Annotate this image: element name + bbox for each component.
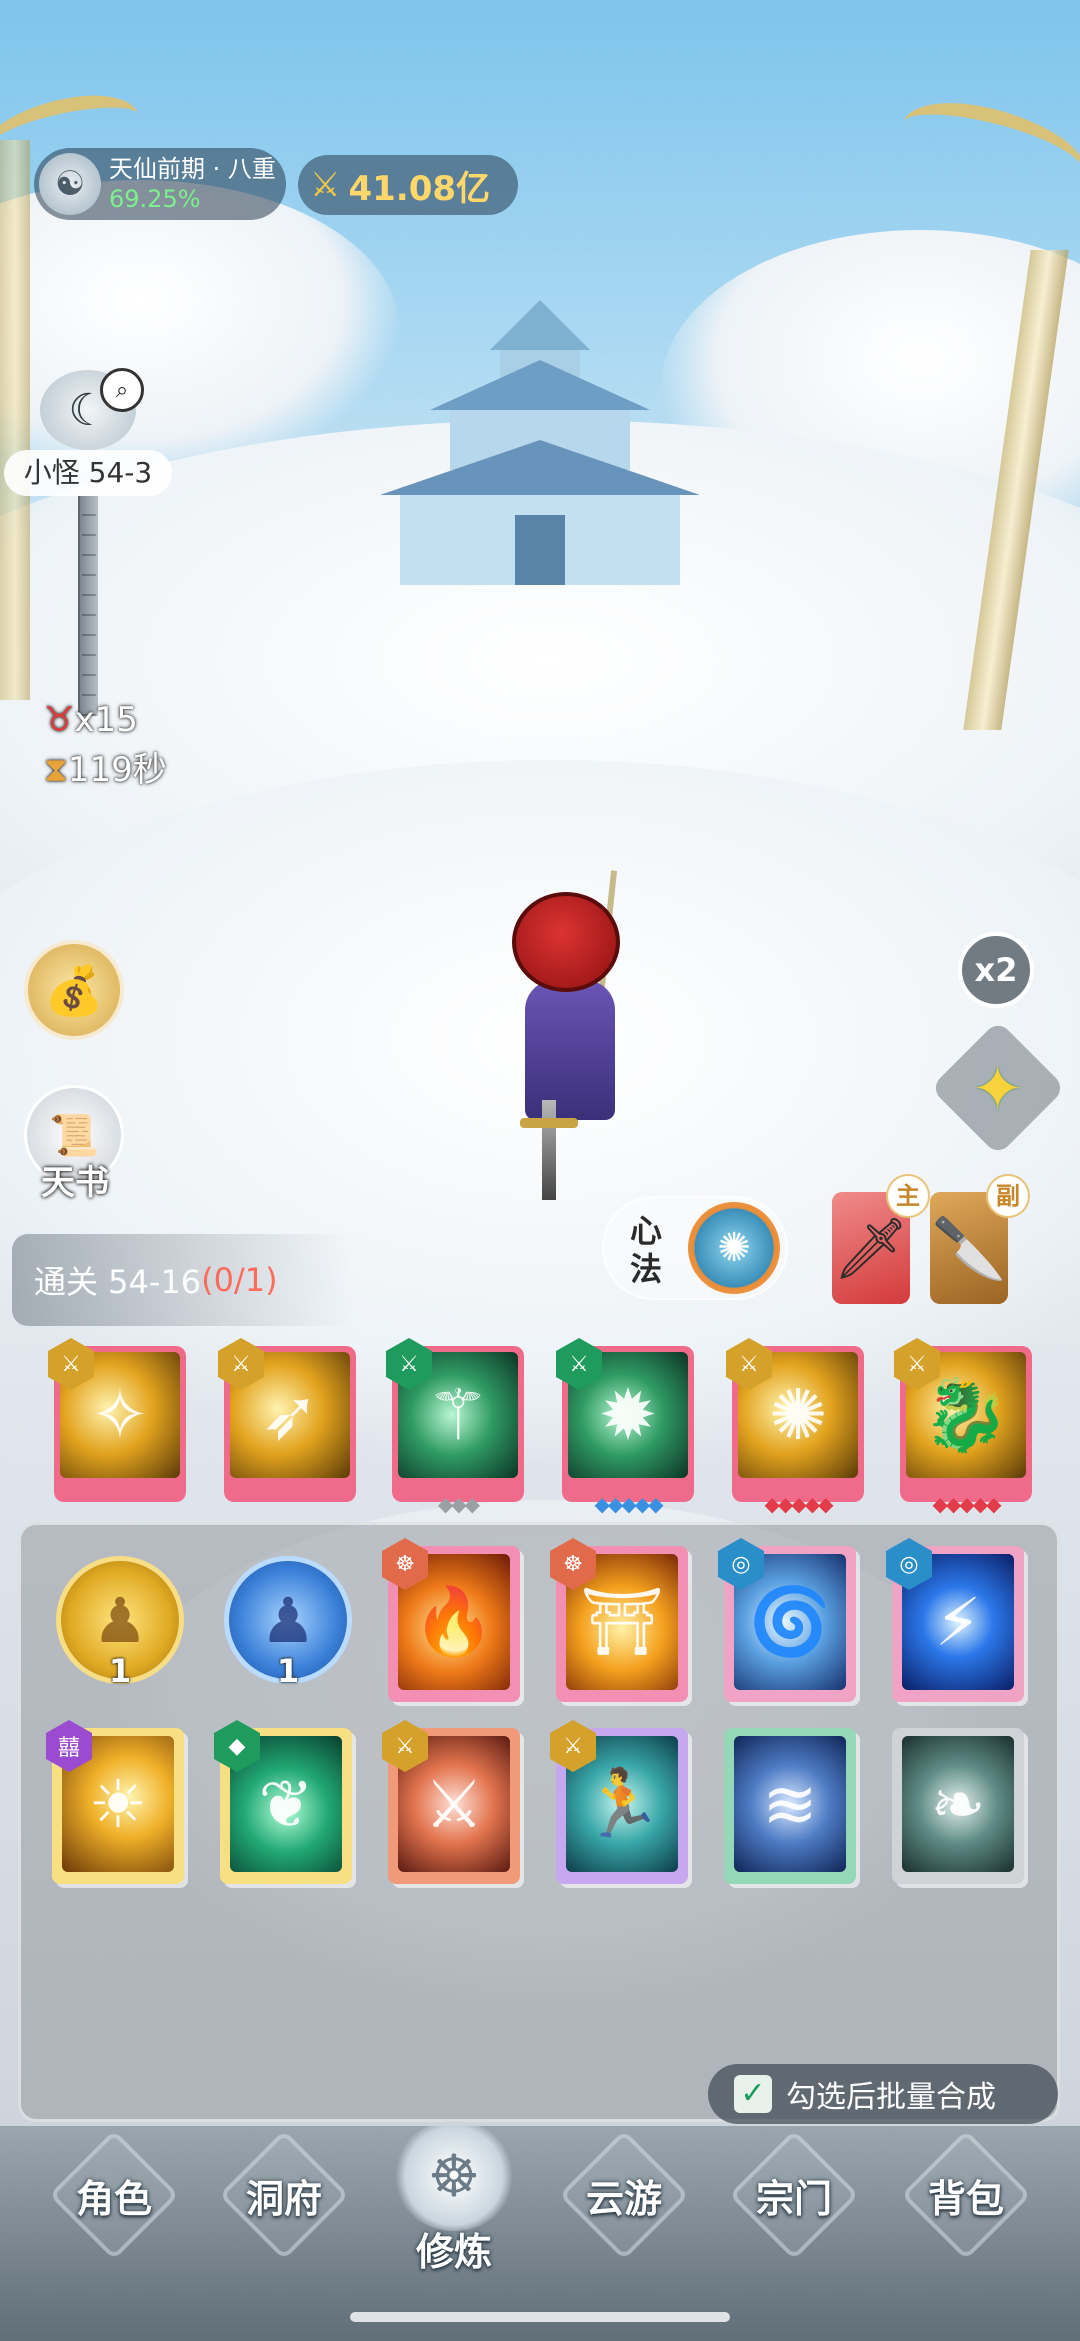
skill-card-sunburst[interactable]: ☀ 囍 [46,1720,184,1884]
demon-head-icon: ♉ [44,700,75,740]
skill-card-whirlwind[interactable]: 🌀 ◎ [718,1538,856,1702]
skill-card-thunder[interactable]: ⚡ ◎ [886,1538,1024,1702]
equipped-skill-slot-5[interactable]: ✺ ⚔ ◆◆◆◆◆ [726,1338,864,1516]
batch-merge-label: 勾选后批量合成 [786,2080,996,2115]
equipped-skill-slot-1[interactable]: ✧ ⚔ [48,1338,186,1502]
xinfa-label: 心法 [629,1212,662,1288]
skill-stars: ◆◆◆◆◆ [764,1492,834,1516]
stage-timer: ⧗119秒 [44,742,167,791]
speed-toggle-button[interactable]: x2 [958,932,1034,1008]
nav-tab-label: 背包 [927,2176,1004,2221]
heavenly-book-label: 天书 [41,1163,109,1203]
skill-card-claw[interactable]: ≋ [724,1728,856,1884]
nav-tab-backpack[interactable]: 背包 [896,2150,1036,2240]
stage-label: 小怪 54-3 [4,450,172,496]
batch-merge-toggle[interactable]: ✓ 勾选后批量合成 [708,2064,1058,2124]
treasure-bag-button[interactable]: 💰 [24,940,124,1040]
stage-progress-track [78,496,98,716]
meditating-figure-icon: ☸ [394,2120,514,2231]
nav-tab-cave[interactable]: 洞府 [214,2150,354,2240]
gold-coin-count: 1 [108,1652,132,1690]
kill-count: x15 [74,700,138,740]
combat-power-panel[interactable]: ⚔ 41.08亿 [298,155,518,215]
kill-counter: ♉x15 [44,700,138,740]
wing-icon: ❧ [902,1736,1014,1872]
nav-tab-label: 云游 [585,2176,662,2221]
equipped-skill-slot-6[interactable]: 🐉 ⚔ ◆◆◆◆◆ [894,1338,1032,1516]
nav-tab-label: 修炼 [415,2229,492,2274]
skill-card-jade-leaf[interactable]: ❦ ◆ [214,1720,352,1884]
palace-illustration [380,300,700,585]
timer-value: 119秒 [67,750,167,790]
sub-weapon-tag: 副 [988,1176,1028,1216]
sword-icon: 🗡 [832,1213,910,1284]
skill-card-phoenix[interactable]: 🔥 ☸ [382,1538,520,1702]
blue-coin-count: 1 [276,1652,300,1690]
xinfa-technique-icon[interactable]: ✺ [688,1202,780,1294]
main-weapon-tag: 主 [888,1176,928,1216]
nav-tab-character[interactable]: 角色 [44,2150,184,2240]
nav-tab-cultivation[interactable]: ☸ 修炼 [384,2118,524,2278]
nav-tab-sect[interactable]: 宗门 [724,2150,864,2240]
search-icon[interactable]: ⌕ [100,368,144,412]
skill-card-flying-sword[interactable]: ⚔ ⚔ [382,1720,520,1884]
xinfa-panel[interactable]: 心法 ✺ [602,1196,788,1300]
realm-panel[interactable]: ☯ 天仙前期 · 八重 69.25% [34,148,286,220]
nav-tab-label: 洞府 [245,2176,322,2221]
hourglass-icon: ⧗ [44,750,68,790]
money-bag-icon: 💰 [44,962,104,1019]
combat-power-value: 41.08亿 [348,168,491,209]
quest-text: 通关 54-16 [34,1263,202,1301]
nav-tab-label: 角色 [75,2176,152,2221]
realm-progress: 69.25% [109,185,201,213]
skill-card-wing[interactable]: ❧ [892,1728,1024,1884]
crossed-swords-icon: ⚔ [310,165,341,205]
claw-icon: ≋ [734,1736,846,1872]
skill-stars: ◆◆◆◆◆ [594,1492,664,1516]
cultivator-avatar-icon: ☯ [39,153,101,215]
nav-tab-label: 宗门 [755,2176,832,2221]
skill-stars: ◆◆◆◆◆ [932,1492,1002,1516]
equipped-skill-slot-2[interactable]: ➶ ⚔ [218,1338,356,1502]
quest-tracker[interactable]: 通关 54-16 (0/1) [12,1234,352,1326]
star-icon: ✦ [972,1051,1024,1125]
silhouette-icon: ♟ [260,1583,316,1657]
silhouette-icon: ♟ [92,1583,148,1657]
home-indicator[interactable] [350,2312,730,2322]
equipped-skill-slot-4[interactable]: ✹ ⚔ ◆◆◆◆◆ [556,1338,694,1516]
nav-tab-travel[interactable]: 云游 [554,2150,694,2240]
skill-stars: ◆◆◆ [437,1492,480,1516]
scroll-icon: 📜 [49,1112,99,1159]
equipped-skill-slot-3[interactable]: ⚚ ⚔ ◆◆◆ [386,1338,524,1516]
realm-name: 天仙前期 · 八重 [109,155,276,183]
skill-card-pagoda[interactable]: ⛩ ☸ [550,1538,688,1702]
hero-character [480,860,650,1200]
checkbox-checked-icon[interactable]: ✓ [734,2075,772,2113]
quest-progress: (0/1) [201,1261,278,1299]
dagger-icon: 🔪 [931,1213,1007,1284]
skill-card-dash[interactable]: 🏃 ⚔ [550,1720,688,1884]
